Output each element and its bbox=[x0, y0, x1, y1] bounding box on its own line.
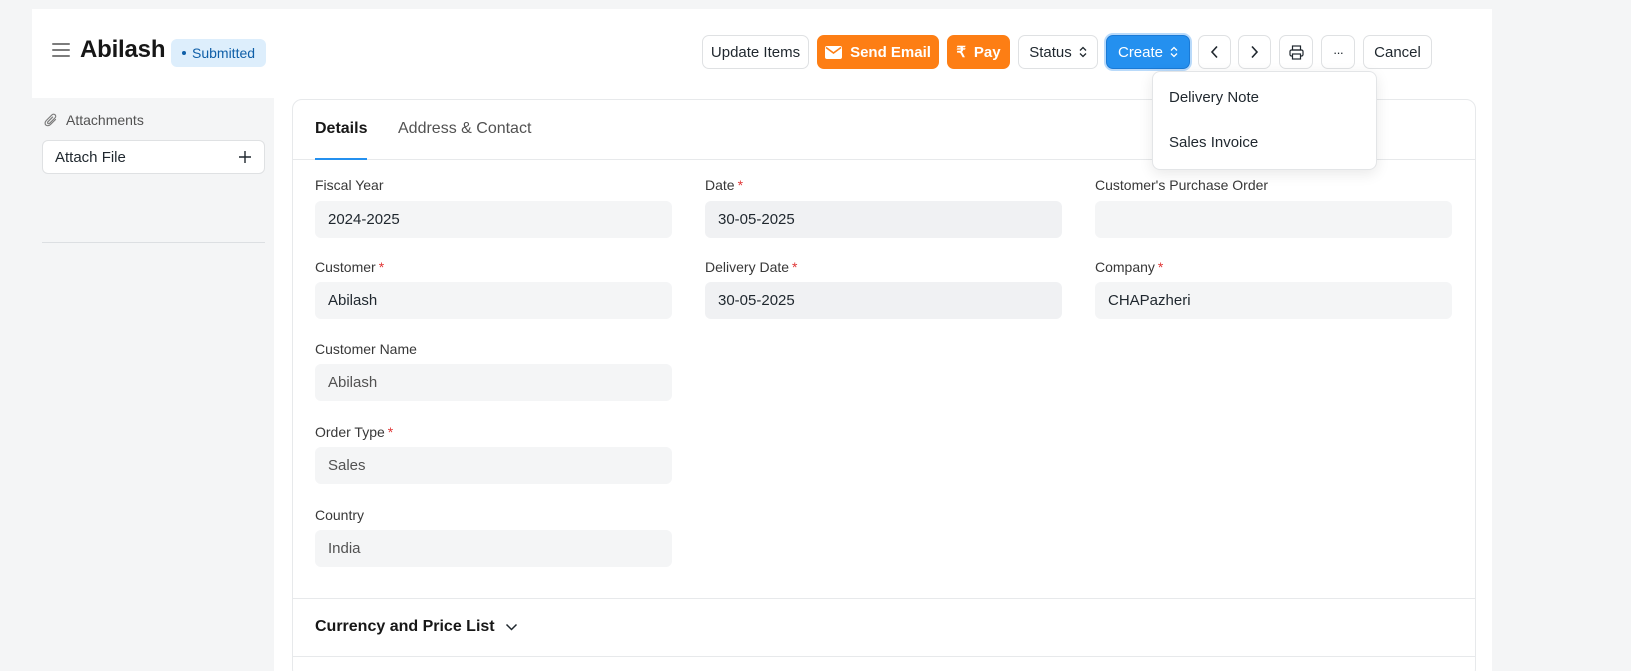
date-field[interactable]: 30-05-2025 bbox=[705, 201, 1062, 238]
more-options-icon: ··· bbox=[1333, 44, 1344, 60]
attachments-header: Attachments bbox=[44, 112, 144, 128]
envelope-icon bbox=[825, 45, 843, 59]
create-button-label: Create bbox=[1117, 43, 1164, 61]
customer-po-field[interactable] bbox=[1095, 201, 1452, 238]
section-title: Currency and Price List bbox=[315, 618, 495, 635]
create-dropdown-button[interactable]: Create bbox=[1106, 35, 1190, 69]
rupee-icon: ₹ bbox=[956, 44, 966, 61]
section-divider bbox=[293, 656, 1475, 657]
chevron-left-icon bbox=[1210, 45, 1218, 59]
send-email-label: Send Email bbox=[850, 43, 931, 61]
menu-item-sales-invoice[interactable]: Sales Invoice bbox=[1169, 134, 1258, 151]
menu-icon[interactable] bbox=[52, 43, 70, 59]
company-label: Company * bbox=[1095, 259, 1164, 275]
country-label: Country bbox=[315, 507, 365, 523]
fiscal-year-label: Fiscal Year bbox=[315, 177, 384, 193]
chevron-updown-icon bbox=[1170, 46, 1178, 58]
customer-name-label: Customer Name bbox=[315, 341, 417, 357]
chevron-down-icon bbox=[505, 623, 517, 631]
send-email-button[interactable]: Send Email bbox=[817, 35, 939, 69]
update-items-button[interactable]: Update Items bbox=[702, 35, 809, 69]
chevron-right-icon bbox=[1251, 45, 1259, 59]
next-button[interactable] bbox=[1238, 35, 1271, 69]
tab-address-contact[interactable]: Address & Contact bbox=[398, 120, 531, 138]
tab-details[interactable]: Details bbox=[315, 120, 367, 138]
required-mark: * bbox=[387, 424, 394, 440]
print-button[interactable] bbox=[1279, 35, 1313, 69]
required-mark: * bbox=[737, 177, 744, 193]
fiscal-year-field[interactable]: 2024-2025 bbox=[315, 201, 672, 238]
cancel-button-label: Cancel bbox=[1374, 43, 1421, 61]
currency-price-list-section-toggle[interactable]: Currency and Price List bbox=[315, 618, 518, 636]
customer-label: Customer * bbox=[315, 259, 385, 275]
pay-label: Pay bbox=[973, 43, 1001, 61]
date-label: Date * bbox=[705, 177, 744, 193]
status-dropdown-button[interactable]: Status bbox=[1018, 35, 1098, 69]
required-mark: * bbox=[792, 259, 798, 275]
status-dot-icon bbox=[182, 51, 186, 56]
required-mark: * bbox=[378, 259, 385, 275]
delivery-date-label: Delivery Date * bbox=[705, 259, 798, 275]
status-badge-label: Submitted bbox=[192, 45, 256, 61]
customer-name-field: Abilash bbox=[315, 364, 672, 401]
pay-button[interactable]: ₹ Pay bbox=[947, 35, 1010, 69]
plus-icon bbox=[239, 151, 251, 163]
attach-file-button[interactable]: Attach File bbox=[42, 140, 265, 174]
customer-po-label: Customer's Purchase Order bbox=[1095, 177, 1269, 193]
section-divider bbox=[293, 598, 1475, 599]
company-field[interactable]: CHAPazheri bbox=[1095, 282, 1452, 319]
more-options-button[interactable]: ··· bbox=[1321, 35, 1355, 69]
paperclip-icon bbox=[44, 113, 57, 126]
cancel-button[interactable]: Cancel bbox=[1363, 35, 1432, 69]
status-button-label: Status bbox=[1029, 43, 1072, 61]
customer-field[interactable]: Abilash bbox=[315, 282, 672, 319]
sidebar-divider bbox=[42, 242, 265, 243]
order-type-label: Order Type * bbox=[315, 424, 394, 440]
menu-item-delivery-note[interactable]: Delivery Note bbox=[1169, 89, 1259, 106]
create-dropdown-menu: Delivery Note Sales Invoice bbox=[1152, 71, 1377, 170]
attach-file-label: Attach File bbox=[55, 148, 126, 166]
page-title: Abilash bbox=[80, 36, 166, 63]
update-items-label: Update Items bbox=[710, 43, 801, 61]
active-tab-indicator bbox=[315, 158, 367, 160]
form-card: Details Address & Contact Fiscal Year 20… bbox=[292, 99, 1476, 671]
sidebar: Attachments Attach File bbox=[32, 98, 274, 671]
printer-icon bbox=[1288, 44, 1304, 60]
chevron-updown-icon bbox=[1079, 46, 1087, 58]
order-type-field[interactable]: Sales bbox=[315, 447, 672, 484]
attachments-label: Attachments bbox=[66, 112, 144, 128]
status-badge: Submitted bbox=[171, 39, 267, 67]
required-mark: * bbox=[1157, 259, 1164, 275]
country-field[interactable]: India bbox=[315, 530, 672, 567]
previous-button[interactable] bbox=[1198, 35, 1231, 69]
delivery-date-field[interactable]: 30-05-2025 bbox=[705, 282, 1062, 319]
